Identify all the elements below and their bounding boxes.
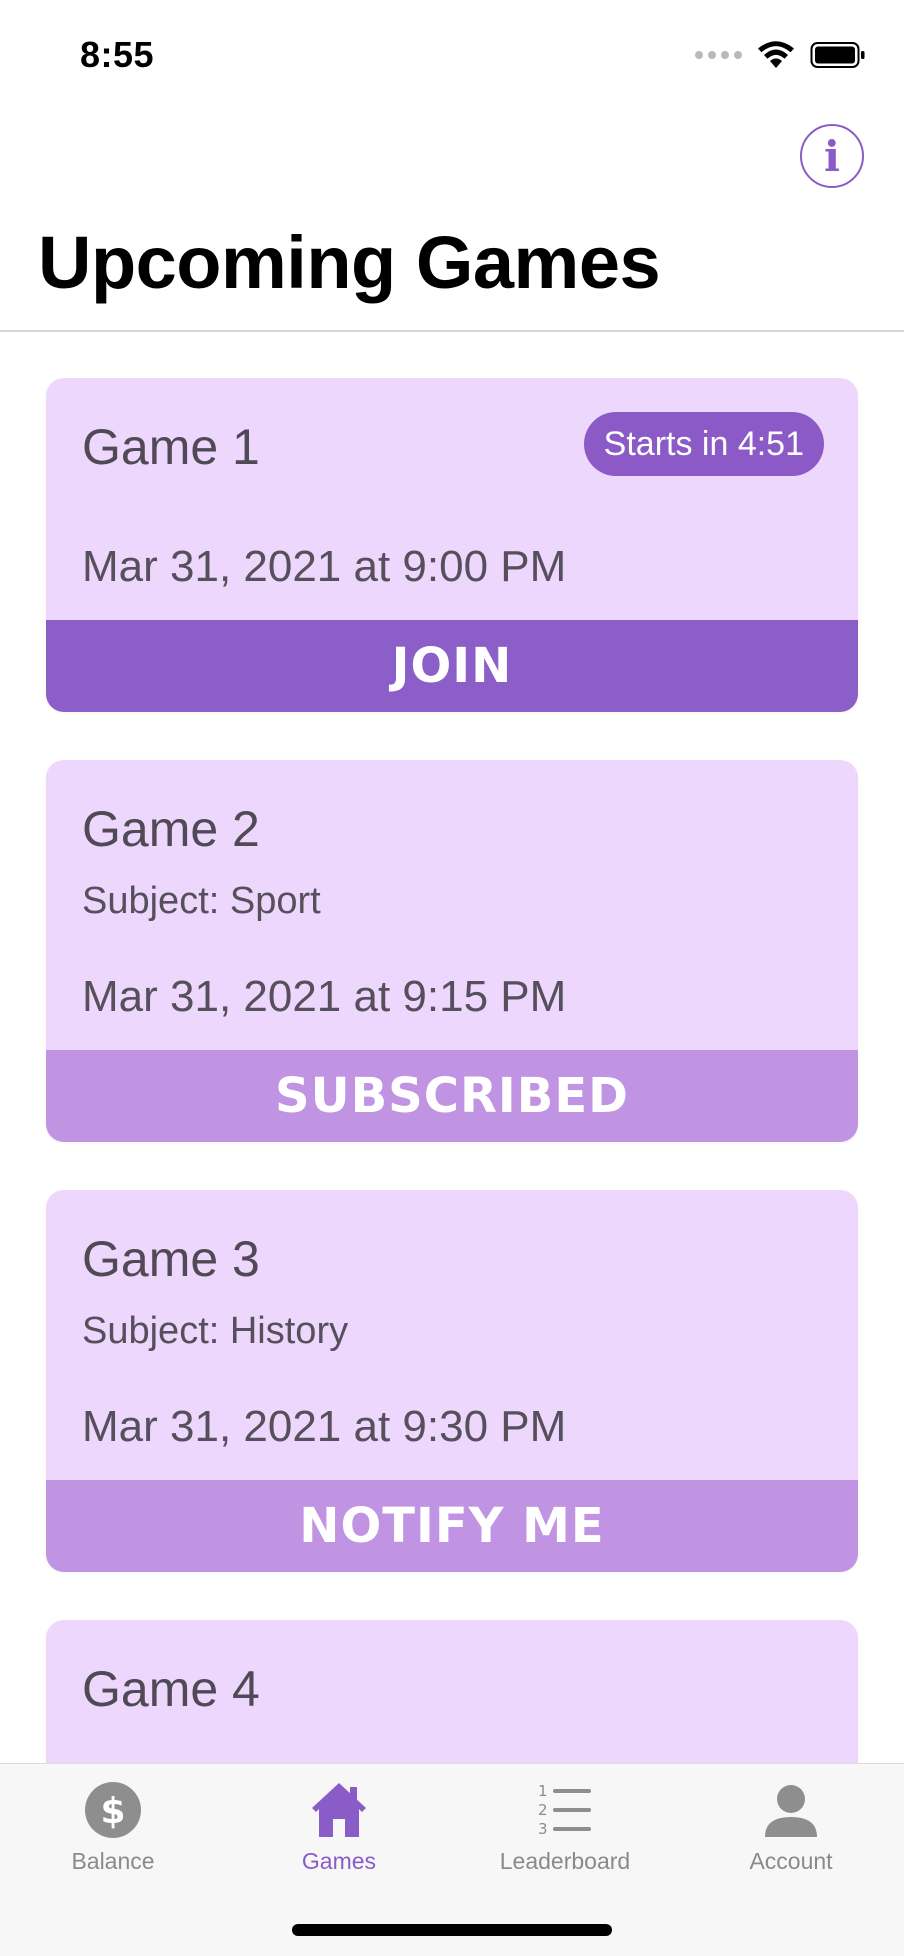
game-date: Mar 31, 2021 at 9:30 PM [82, 1402, 567, 1451]
games-list[interactable]: Game 1 Starts in 4:51 Mar 31, 2021 at 9:… [0, 332, 904, 1764]
join-button[interactable]: JOIN [46, 620, 858, 712]
game-card: Game 3 Subject: History Mar 31, 2021 at … [46, 1190, 858, 1572]
home-icon [307, 1778, 371, 1842]
tab-games[interactable]: Games [226, 1778, 452, 1875]
page-title: Upcoming Games [38, 221, 661, 304]
tab-label: Balance [71, 1848, 155, 1874]
status-icons [695, 40, 866, 70]
game-card: Game 1 Starts in 4:51 Mar 31, 2021 at 9:… [46, 378, 858, 712]
info-icon: i [824, 131, 840, 181]
tab-account[interactable]: Account [678, 1778, 904, 1875]
status-bar: 8:55 [0, 0, 904, 110]
game-card: Game 2 Subject: Sport Mar 31, 2021 at 9:… [46, 760, 858, 1142]
tab-label: Account [749, 1848, 833, 1874]
tab-label: Games [301, 1848, 377, 1874]
game-subject: Subject: Sport [82, 880, 321, 922]
game-date: Mar 31, 2021 at 9:00 PM [82, 542, 567, 591]
info-button[interactable]: i [800, 124, 864, 188]
home-indicator[interactable] [292, 1924, 612, 1936]
game-date: Mar 31, 2021 at 9:15 PM [82, 972, 567, 1021]
status-time: 8:55 [80, 34, 155, 75]
tab-label: Leaderboard [499, 1848, 631, 1874]
game-title: Game 1 [82, 419, 260, 475]
cellular-signal-icon [695, 51, 742, 59]
list-icon: 1 2 3 [533, 1778, 597, 1842]
tab-leaderboard[interactable]: 1 2 3 Leaderboard [452, 1778, 678, 1875]
subscribed-button[interactable]: SUBSCRIBED [46, 1050, 858, 1142]
game-title: Game 2 [82, 801, 260, 857]
notify-me-button[interactable]: NOTIFY ME [46, 1480, 858, 1572]
game-subject: Subject: History [82, 1310, 349, 1352]
svg-text:2: 2 [538, 1801, 548, 1819]
countdown-badge: Starts in 4:51 [583, 412, 824, 476]
game-card: Game 4 [46, 1620, 858, 1764]
wifi-icon [758, 41, 794, 68]
svg-text:$: $ [100, 1791, 125, 1832]
game-title: Game 3 [82, 1231, 260, 1287]
dollar-icon: $ [81, 1778, 145, 1842]
battery-icon [810, 42, 865, 68]
game-title: Game 4 [82, 1661, 260, 1717]
tab-balance[interactable]: $ Balance [0, 1778, 226, 1875]
games-screen: 8:55 i Upcoming Games Game 1 Starts in 4… [0, 0, 904, 1956]
svg-text:3: 3 [538, 1820, 548, 1838]
svg-text:1: 1 [538, 1782, 548, 1800]
person-icon [759, 1778, 823, 1842]
